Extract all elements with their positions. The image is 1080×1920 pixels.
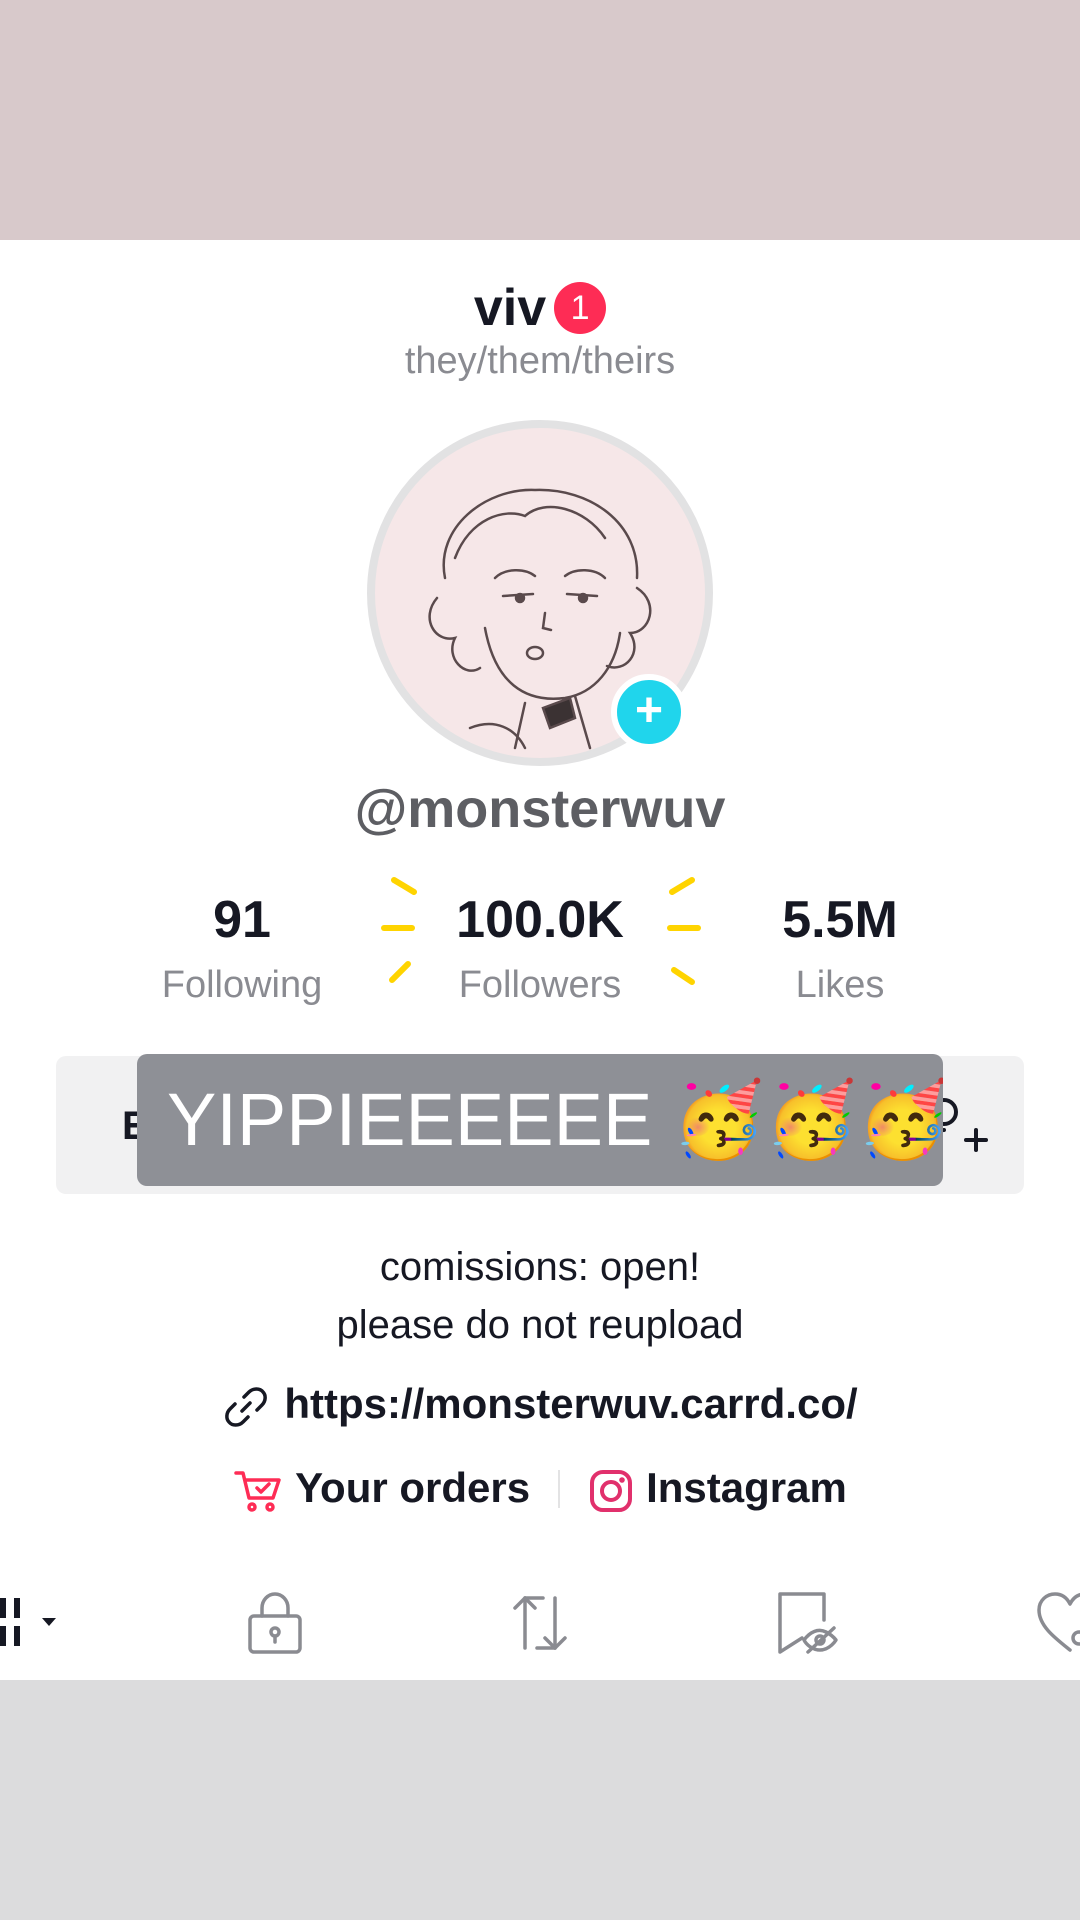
bio: comissions: open! please do not reupload [0, 1238, 1080, 1354]
bio-link-text: https://monsterwuv.carrd.co/ [284, 1380, 858, 1427]
sparkle-left-decoration [381, 877, 417, 983]
followers-count: 100.0K [456, 891, 624, 949]
profile-chips: Your orders Instagram [0, 1462, 1080, 1514]
add-story-button[interactable]: + [611, 674, 687, 750]
followers-label: Followers [458, 964, 622, 1006]
tab-videos-grid[interactable] [0, 1588, 70, 1658]
stat-following[interactable]: 91 Following [112, 890, 372, 1007]
tab-reposts[interactable] [505, 1588, 575, 1658]
repost-icon [513, 1596, 567, 1650]
bottom-background [0, 1680, 1080, 1920]
heart-icon [1037, 1592, 1080, 1652]
stats-row: 91 Following 100.0K Followers 5.5M Likes [0, 890, 1080, 1020]
likes-count: 5.5M [782, 891, 898, 949]
following-count: 91 [213, 891, 271, 949]
bio-line-1: comissions: open! [379, 1245, 701, 1289]
stat-followers[interactable]: 100.0K Followers [410, 890, 670, 1007]
notification-badge[interactable]: 1 [554, 282, 607, 334]
grid-icon [0, 1598, 56, 1646]
your-orders-label: Your orders [295, 1463, 531, 1511]
bio-link[interactable]: https://monsterwuv.carrd.co/ [0, 1380, 1080, 1431]
cart-icon [234, 1471, 281, 1512]
video-caption-overlay: YIPPIEEEEEE 🥳🥳🥳 [137, 1054, 943, 1186]
stat-likes[interactable]: 5.5M Likes [710, 890, 970, 1007]
avatar[interactable]: + [367, 420, 713, 766]
sparkle-right-decoration [667, 877, 701, 985]
following-label: Following [161, 964, 323, 1006]
display-name-row: viv 1 [0, 278, 1080, 338]
bookmark-icon [778, 1592, 838, 1654]
tab-liked[interactable] [1035, 1588, 1080, 1658]
display-name: viv [473, 279, 547, 337]
top-background [0, 0, 1080, 240]
your-orders-chip[interactable]: Your orders [233, 1464, 530, 1514]
chip-divider [558, 1469, 561, 1508]
instagram-chip[interactable]: Instagram [588, 1464, 847, 1514]
tab-private[interactable] [240, 1588, 310, 1658]
lock-icon [248, 1592, 302, 1654]
username: @monsterwuv [354, 779, 726, 839]
likes-label: Likes [795, 964, 885, 1006]
instagram-label: Instagram [646, 1463, 847, 1511]
profile-tab-bar [0, 1588, 1080, 1658]
bio-line-2: please do not reupload [336, 1303, 744, 1347]
instagram-icon [590, 1469, 633, 1512]
link-icon [225, 1387, 268, 1427]
pronouns: they/them/theirs [404, 340, 676, 382]
tab-favorites[interactable] [770, 1588, 840, 1658]
